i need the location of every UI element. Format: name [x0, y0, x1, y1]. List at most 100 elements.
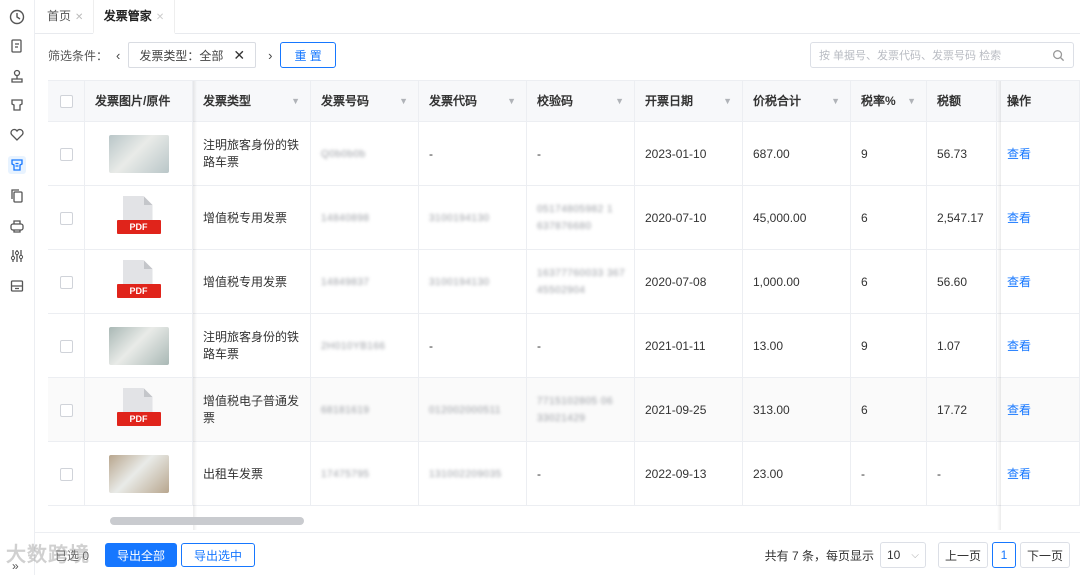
invoice-photo-thumbnail[interactable] [108, 135, 169, 173]
column-header-invoice-image: 发票图片/原件 [85, 81, 193, 122]
horizontal-scrollbar[interactable] [110, 517, 304, 525]
table-row[interactable]: 注明旅客身份的铁路车票 2H010YB166 - - 2021-01-11 13.00 9 1… [48, 314, 1080, 378]
cell-tax-amount: 1.07 [927, 314, 997, 378]
cell-invoice-number: Q0b0b0b [311, 122, 419, 186]
tax-rate-text: 6 [861, 274, 868, 289]
chevron-right-icon[interactable]: › [268, 48, 272, 63]
view-link[interactable]: 查看 [1007, 402, 1031, 419]
filter-icon[interactable]: ▼ [507, 81, 516, 122]
invoice-type-text: 出租车发票 [203, 466, 264, 481]
close-icon[interactable]: ✕ [75, 12, 83, 23]
filter-icon[interactable]: ▼ [907, 81, 916, 122]
row-checkbox[interactable] [60, 275, 73, 289]
cell-invoice-image: PDF [85, 250, 193, 314]
dashboard-icon[interactable] [8, 8, 26, 26]
view-link[interactable]: 查看 [1007, 338, 1031, 355]
search-input[interactable]: 按 单据号、发票代码、发票号码 检索 [810, 42, 1074, 68]
table-row[interactable]: 出租车发票 17475795 131002209035 - 2022-09-13 23.0… [48, 442, 1080, 506]
view-link[interactable]: 查看 [1007, 210, 1031, 227]
row-checkbox[interactable] [60, 339, 73, 353]
row-checkbox[interactable] [60, 211, 73, 225]
column-header-action: 操作 [997, 81, 1080, 122]
invoice-number-text: 14840898 [321, 212, 370, 224]
next-page-button[interactable]: 下一页 [1019, 542, 1070, 568]
view-link[interactable]: 查看 [1007, 274, 1031, 291]
row-checkbox[interactable] [60, 147, 73, 161]
filter-icon[interactable]: ▼ [291, 81, 300, 122]
column-header-invoice-type: 发票类型 ▼ [193, 81, 311, 122]
filter-icon[interactable]: ▼ [615, 81, 624, 122]
cell-issue-date: 2021-01-11 [635, 314, 743, 378]
invoice-photo-thumbnail[interactable] [108, 455, 169, 493]
stamp-icon[interactable] [8, 67, 26, 85]
table-row[interactable]: PDF 增值税专用发票 14849837 3100194130 16377760033 … [48, 250, 1080, 314]
tax-amount-text: 17.72 [937, 402, 968, 417]
row-checkbox[interactable] [60, 403, 73, 417]
pdf-file-icon[interactable]: PDF [115, 260, 163, 304]
cell-total-amount: 1,000.00 [743, 250, 851, 314]
check-code-text: 16377760033 367 45502904 [537, 268, 626, 296]
cell-action: 查看 [997, 314, 1080, 378]
cell-check-code: 7715102805 06 33021429 [527, 378, 635, 442]
invoice-code-text: - [429, 146, 433, 161]
export-all-button[interactable]: 导出全部 [105, 543, 178, 567]
settings-sliders-icon[interactable] [8, 247, 26, 265]
icon-sidebar [0, 0, 35, 575]
print-icon[interactable] [8, 217, 26, 235]
close-icon[interactable]: ✕ [156, 12, 164, 23]
cell-invoice-image [85, 442, 193, 506]
filter-chip-invoice-type[interactable]: 发票类型： 全部 ✕ [128, 42, 257, 68]
check-code-text: - [537, 146, 541, 161]
search-icon[interactable] [1052, 49, 1065, 62]
cell-invoice-image: PDF [85, 378, 193, 442]
page-number-button[interactable]: 1 [991, 542, 1016, 568]
invoice-manager-app: 首页 ✕ 发票管家 ✕ 筛选条件： ‹ 发票类型： 全部 ✕ › 重 置 按 单据号… [0, 0, 1080, 575]
column-header-invoice-number: 发票号码 ▼ [311, 81, 419, 122]
table-row[interactable]: 注明旅客身份的铁路车票 Q0b0b0b - - 2023-01-10 687.00 9 56.… [48, 122, 1080, 186]
heart-rate-icon[interactable] [8, 126, 26, 144]
cell-select [48, 122, 85, 186]
column-header-select[interactable] [48, 81, 85, 122]
filter-icon[interactable]: ▼ [831, 81, 840, 122]
archive-icon[interactable] [8, 277, 26, 295]
table-row[interactable]: PDF 增值税专用发票 14840898 3100194130 05174805982 … [48, 186, 1080, 250]
check-code-text: 7715102805 06 33021429 [537, 396, 614, 424]
column-header-invoice-code: 发票代码 ▼ [419, 81, 527, 122]
invoice-icon[interactable] [8, 96, 26, 114]
reset-button[interactable]: 重 置 [280, 42, 336, 68]
pdf-file-icon[interactable]: PDF [115, 196, 163, 240]
check-code-text: - [537, 466, 541, 481]
cell-tax-amount: 2,547.17 [927, 186, 997, 250]
document-edit-icon[interactable] [8, 37, 26, 55]
check-code-text: - [537, 338, 541, 353]
issue-date-text: 2021-01-11 [645, 338, 706, 353]
tax-amount-text: 56.73 [937, 146, 968, 161]
table-row[interactable]: PDF 增值税电子普通发票 68181619 012002000511 77151028… [48, 378, 1080, 442]
tab-invoice-manager[interactable]: 发票管家 ✕ [93, 0, 175, 34]
column-header-label: 校验码 [537, 94, 574, 108]
total-amount-text: 23.00 [753, 466, 784, 481]
invoice-manager-icon[interactable] [8, 156, 26, 174]
tab-home[interactable]: 首页 ✕ [47, 0, 83, 34]
cell-total-amount: 687.00 [743, 122, 851, 186]
prev-page-button[interactable]: 上一页 [937, 542, 988, 568]
chevron-left-icon[interactable]: ‹ [116, 48, 120, 63]
export-selected-button[interactable]: 导出选中 [181, 543, 256, 567]
page-size-select[interactable]: 10 ⌵ [879, 542, 926, 568]
cell-action: 查看 [997, 250, 1080, 314]
invoice-table: 发票图片/原件 发票类型 ▼ 发票号码 ▼ 发票代码 ▼ 校验码 ▼ 开票日期 ▼ 价税合计 ▼ 税率% ▼… [48, 80, 1080, 530]
invoice-photo-thumbnail[interactable] [108, 327, 169, 365]
cell-invoice-image [85, 122, 193, 186]
close-icon[interactable]: ✕ [233, 47, 245, 64]
view-link[interactable]: 查看 [1007, 146, 1031, 163]
issue-date-text: 2023-01-10 [645, 146, 707, 161]
total-amount-text: 687.00 [753, 146, 790, 161]
copy-icon[interactable] [8, 187, 26, 205]
row-checkbox[interactable] [60, 467, 73, 481]
select-all-checkbox[interactable] [60, 95, 73, 108]
tax-amount-text: 1.07 [937, 338, 961, 353]
filter-icon[interactable]: ▼ [723, 81, 732, 122]
pdf-file-icon[interactable]: PDF [115, 388, 163, 432]
filter-icon[interactable]: ▼ [399, 81, 408, 122]
view-link[interactable]: 查看 [1007, 466, 1031, 483]
